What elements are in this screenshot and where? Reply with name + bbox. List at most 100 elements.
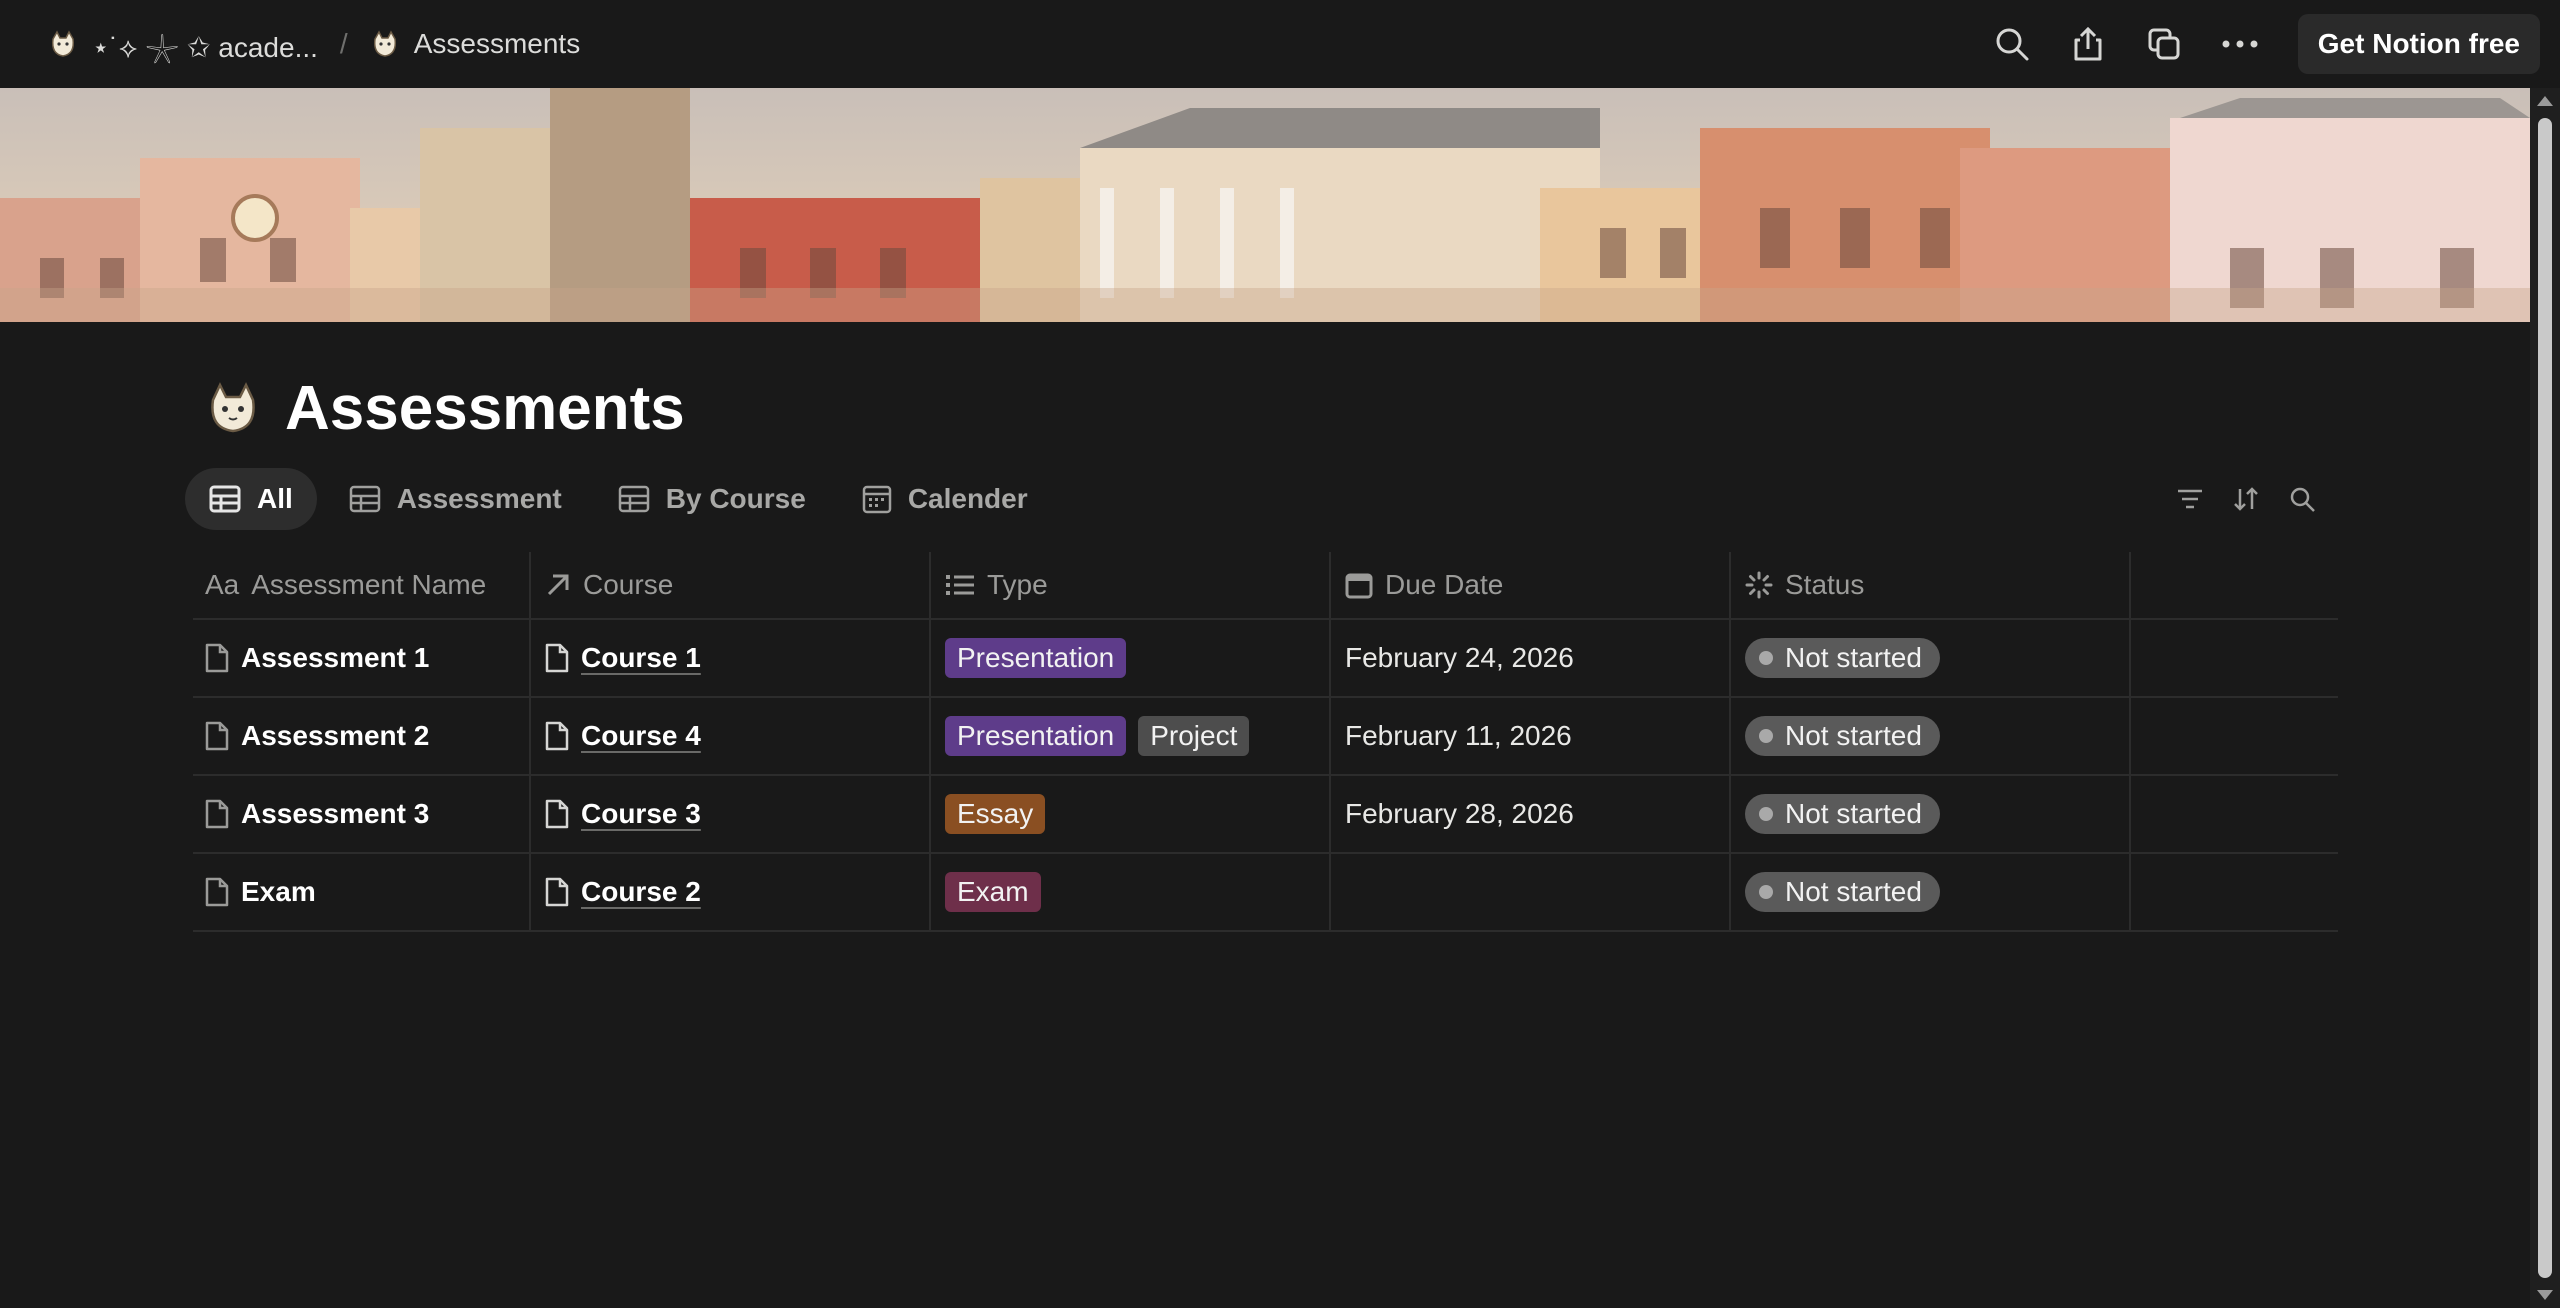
- course-link[interactable]: Course 1: [581, 642, 701, 674]
- page-icon: [205, 877, 229, 907]
- page-icon: [545, 721, 569, 751]
- cell-assessment-name[interactable]: Exam: [193, 854, 531, 930]
- tab-assessment[interactable]: Assessment: [325, 468, 586, 530]
- course-link[interactable]: Course 3: [581, 798, 701, 830]
- column-header-add[interactable]: [2131, 552, 2338, 618]
- cell-due-date[interactable]: February 11, 2026: [1331, 698, 1731, 774]
- column-header-assessment-name[interactable]: Aa Assessment Name: [193, 552, 531, 618]
- cell-type[interactable]: Presentation: [931, 620, 1331, 696]
- breadcrumb-workspace-label: ⋆˙⟡ 𓇼 ✩ acade...: [92, 32, 318, 63]
- table-row[interactable]: Assessment 2 Course 4 Presentation Proje…: [193, 698, 2338, 776]
- search-button[interactable]: [1984, 16, 2040, 72]
- status-label: Not started: [1785, 876, 1922, 907]
- type-tag: Project: [1138, 716, 1250, 756]
- sort-icon: [2234, 487, 2258, 511]
- assessment-name[interactable]: Assessment 2: [241, 720, 429, 752]
- page-title[interactable]: Assessments: [285, 373, 685, 444]
- cell-due-date[interactable]: February 28, 2026: [1331, 776, 1731, 852]
- status-icon: [1745, 571, 1773, 599]
- type-tag: Presentation: [945, 638, 1127, 678]
- cell-course[interactable]: Course 3: [531, 776, 931, 852]
- course-link[interactable]: Course 4: [581, 720, 701, 752]
- cell-status[interactable]: Not started: [1731, 620, 2131, 696]
- table-icon: [209, 485, 241, 513]
- tab-all[interactable]: All: [185, 468, 317, 530]
- calendar-icon: [862, 485, 892, 514]
- column-header-status[interactable]: Status: [1731, 552, 2131, 618]
- cell-empty: [2131, 776, 2338, 852]
- cell-type[interactable]: Presentation Project: [931, 698, 1331, 774]
- cell-due-date[interactable]: [1331, 854, 1731, 930]
- get-notion-free-button[interactable]: Get Notion free: [2297, 14, 2540, 74]
- assessment-name[interactable]: Assessment 3: [241, 798, 429, 830]
- cell-empty: [2131, 854, 2338, 930]
- cell-status[interactable]: Not started: [1731, 854, 2131, 930]
- type-tag: Presentation: [945, 716, 1127, 756]
- share-button[interactable]: [2060, 16, 2116, 72]
- status-dot-icon: [1759, 885, 1773, 899]
- breadcrumb: ⋆˙⟡ 𓇼 ✩ acade... / Assessments: [40, 0, 588, 88]
- cell-assessment-name[interactable]: Assessment 2: [193, 698, 531, 774]
- duplicate-button[interactable]: [2136, 16, 2192, 72]
- cover-image: [0, 88, 2530, 322]
- tab-by-course[interactable]: By Course: [594, 468, 830, 530]
- cell-assessment-name[interactable]: Assessment 3: [193, 776, 531, 852]
- more-button[interactable]: [2212, 16, 2268, 72]
- status-badge: Not started: [1745, 794, 1940, 834]
- filter-button[interactable]: [2172, 481, 2208, 517]
- breadcrumb-workspace[interactable]: ⋆˙⟡ 𓇼 ✩ acade...: [40, 15, 326, 73]
- duplicate-icon: [2148, 28, 2180, 60]
- status-label: Not started: [1785, 642, 1922, 673]
- tab-calender[interactable]: Calender: [838, 468, 1052, 530]
- course-link[interactable]: Course 2: [581, 876, 701, 908]
- sort-button[interactable]: [2228, 481, 2264, 517]
- table-row[interactable]: Exam Course 2 Exam Not started: [193, 854, 2338, 932]
- cell-course[interactable]: Course 1: [531, 620, 931, 696]
- table-row[interactable]: Assessment 1 Course 1 Presentation Febru…: [193, 620, 2338, 698]
- cell-course[interactable]: Course 4: [531, 698, 931, 774]
- column-header-course[interactable]: Course: [531, 552, 931, 618]
- column-label: Due Date: [1385, 569, 1504, 600]
- more-icon: [2222, 40, 2258, 48]
- due-date: February 24, 2026: [1345, 642, 1574, 673]
- cell-type[interactable]: Exam: [931, 854, 1331, 930]
- table-icon: [618, 485, 650, 513]
- status-dot-icon: [1759, 729, 1773, 743]
- cell-type[interactable]: Essay: [931, 776, 1331, 852]
- scroll-up-arrow-icon[interactable]: [2537, 96, 2553, 106]
- cell-empty: [2131, 698, 2338, 774]
- column-label: Assessment Name: [251, 569, 487, 600]
- assessment-name[interactable]: Exam: [241, 876, 316, 908]
- cell-assessment-name[interactable]: Assessment 1: [193, 620, 531, 696]
- tab-label: Assessment: [396, 483, 562, 514]
- table-row[interactable]: Assessment 3 Course 3 Essay February 28,…: [193, 776, 2338, 854]
- status-dot-icon: [1759, 651, 1773, 665]
- column-header-due-date[interactable]: Due Date: [1331, 552, 1731, 618]
- relation-arrow-icon: [547, 574, 569, 596]
- share-icon: [2074, 26, 2102, 61]
- cat-icon[interactable]: [205, 380, 261, 436]
- page-scrollbar[interactable]: [2530, 88, 2560, 1308]
- cat-icon: [51, 30, 75, 57]
- status-badge: Not started: [1745, 716, 1940, 756]
- cell-status[interactable]: Not started: [1731, 698, 2131, 774]
- status-badge: Not started: [1745, 638, 1940, 678]
- scroll-down-arrow-icon[interactable]: [2537, 1290, 2553, 1300]
- cell-due-date[interactable]: February 24, 2026: [1331, 620, 1731, 696]
- filter-icon: [2178, 489, 2202, 509]
- assessment-name[interactable]: Assessment 1: [241, 642, 429, 674]
- cell-empty: [2131, 620, 2338, 696]
- column-header-type[interactable]: Type: [931, 552, 1331, 618]
- view-toolbar: [2172, 468, 2320, 530]
- cell-status[interactable]: Not started: [1731, 776, 2131, 852]
- search-table-button[interactable]: [2284, 481, 2320, 517]
- table-icon: [349, 485, 381, 513]
- tab-label: All: [257, 483, 293, 514]
- breadcrumb-page[interactable]: Assessments: [362, 22, 589, 66]
- type-tag: Exam: [945, 872, 1041, 912]
- scrollbar-thumb[interactable]: [2538, 118, 2552, 1278]
- tab-label: Calender: [907, 483, 1028, 514]
- breadcrumb-separator: /: [339, 28, 348, 59]
- cell-course[interactable]: Course 2: [531, 854, 931, 930]
- search-icon: [1996, 28, 2029, 61]
